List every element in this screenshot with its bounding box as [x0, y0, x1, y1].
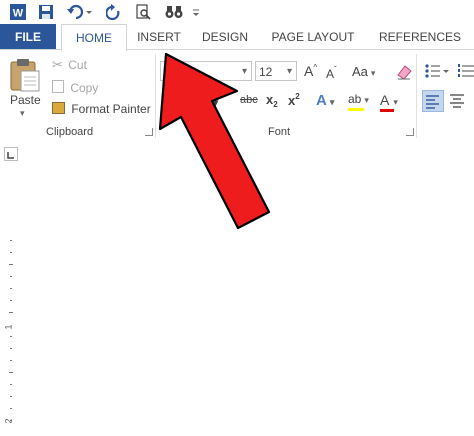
ruler-mark-1: 1	[3, 324, 14, 330]
group-divider	[155, 54, 156, 138]
strikethrough-button[interactable]: abc	[240, 94, 258, 106]
grow-font-button[interactable]: A^	[304, 63, 317, 79]
clipboard-launcher-icon[interactable]	[145, 128, 153, 136]
align-left-icon	[426, 95, 439, 109]
superscript-button[interactable]: x2	[288, 92, 300, 108]
tab-home[interactable]: HOME	[61, 24, 127, 51]
copy-icon	[52, 80, 64, 93]
ruler-ticks	[9, 240, 13, 421]
font-size-dropdown-icon[interactable]: ▾	[287, 62, 292, 82]
document-area[interactable]: 1 2	[0, 142, 474, 431]
paste-icon	[10, 59, 40, 92]
copy-label: Copy	[70, 81, 99, 95]
highlight-label: ab	[348, 92, 362, 106]
font-group-label: Font	[268, 126, 291, 138]
binoculars-icon[interactable]	[163, 2, 185, 22]
print-preview-icon[interactable]	[133, 2, 153, 22]
tab-file[interactable]: FILE	[0, 24, 56, 49]
change-case-button[interactable]: Aa ▾	[352, 64, 375, 79]
text-effects-label: A	[316, 92, 327, 109]
undo-icon[interactable]	[64, 2, 94, 22]
font-color-label: A	[380, 92, 390, 108]
tab-references[interactable]: REFERENCES	[372, 24, 468, 49]
text-effects-dropdown-icon[interactable]: ▾	[330, 97, 335, 107]
ribbon-tabs: FILE HOME INSERT DESIGN PAGE LAYOUT REFE…	[0, 24, 474, 51]
font-size-value: 12	[259, 65, 273, 79]
redo-icon[interactable]	[104, 2, 124, 22]
cut-button[interactable]: ✂ Cut	[52, 57, 87, 73]
subscript-mark-icon: 2	[273, 100, 278, 109]
superscript-mark-icon: 2	[295, 92, 300, 101]
font-launcher-icon[interactable]	[406, 128, 414, 136]
highlight-dropdown-icon[interactable]: ▾	[364, 95, 369, 105]
change-case-label: Aa	[352, 64, 368, 79]
underline-dropdown-icon[interactable]: ▾	[212, 95, 219, 111]
scissors-icon: ✂	[52, 57, 63, 72]
quick-access-toolbar: W	[0, 0, 474, 24]
font-color-button[interactable]: A ▾	[380, 92, 398, 112]
font-name-dropdown-icon[interactable]: ▾	[242, 62, 247, 82]
highlight-button[interactable]: ab ▾	[348, 92, 369, 111]
tab-selector-icon[interactable]	[4, 147, 18, 161]
bullets-icon	[425, 64, 449, 78]
clipboard-group-label: Clipboard	[46, 126, 94, 138]
ribbon: Paste ▾ ✂ Cut Copy Format Painter Clipbo…	[0, 49, 474, 143]
text-effects-button[interactable]: A ▾	[316, 92, 334, 109]
customize-icon[interactable]	[190, 2, 202, 22]
paintbrush-icon	[52, 102, 65, 114]
paste-button[interactable]: Paste ▾	[8, 57, 44, 119]
highlight-color-bar	[348, 108, 364, 111]
group-divider	[416, 54, 417, 138]
eraser-icon	[397, 65, 412, 80]
document-page[interactable]	[22, 142, 474, 431]
align-left-button[interactable]	[422, 90, 444, 112]
vertical-ruler: 1 2	[4, 180, 18, 431]
bullets-button[interactable]	[424, 63, 452, 84]
font-color-bar	[380, 109, 394, 112]
numbering-button[interactable]	[458, 63, 474, 84]
tab-insert[interactable]: INSERT	[133, 24, 185, 49]
subscript-button[interactable]: x2	[266, 92, 278, 109]
align-center-button[interactable]	[448, 91, 468, 116]
format-painter-button[interactable]: Format Painter	[52, 102, 151, 116]
numbering-icon	[458, 64, 474, 77]
shrink-font-label: A	[326, 67, 335, 81]
paste-dropdown-icon[interactable]: ▾	[20, 108, 25, 119]
shrink-font-button[interactable]: Aˇ	[326, 65, 337, 81]
tab-design[interactable]: DESIGN	[198, 24, 252, 49]
copy-button[interactable]: Copy	[52, 80, 98, 95]
clear-formatting-button[interactable]	[395, 63, 413, 86]
caret-down-icon: ˇ	[334, 65, 337, 74]
caret-up-icon: ^	[313, 63, 318, 72]
format-painter-label: Format Painter	[71, 102, 151, 116]
svg-text:W: W	[13, 8, 24, 20]
ruler-mark-2: 2	[3, 418, 14, 424]
save-icon[interactable]	[36, 2, 56, 22]
font-color-dropdown-icon[interactable]: ▾	[393, 97, 398, 107]
font-size-box[interactable]: 12 ▾	[255, 61, 297, 81]
change-case-dropdown-icon[interactable]: ▾	[371, 68, 376, 78]
tab-page-layout[interactable]: PAGE LAYOUT	[268, 24, 358, 49]
font-name-box[interactable]: ▾	[160, 61, 252, 81]
word-icon[interactable]: W	[8, 2, 28, 22]
paste-label: Paste	[10, 93, 41, 107]
grow-font-label: A	[304, 63, 314, 79]
align-center-icon	[450, 94, 464, 108]
cut-label: Cut	[68, 58, 87, 72]
